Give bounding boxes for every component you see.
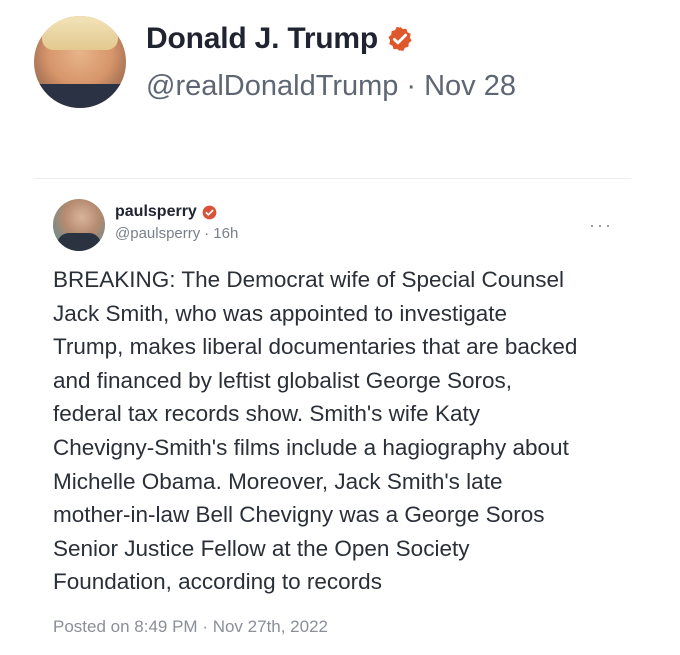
quoted-author-name-row: paulsperry <box>115 203 217 221</box>
text-line: Michelle Obama. Moreover, Jack Smith's l… <box>53 468 503 494</box>
quoted-post-card[interactable]: paulsperry @paulsperry · 16h ··· BREAKIN… <box>35 178 631 644</box>
avatar[interactable] <box>34 16 126 108</box>
text-line: BREAKING: The Democrat wife of Special C… <box>53 267 565 292</box>
meta-separator: · <box>204 225 210 242</box>
text-line: Trump, makes liberal documentaries that … <box>53 334 578 360</box>
author-name-row: Donald J. Trump <box>146 22 414 56</box>
quoted-post-header: paulsperry @paulsperry · 16h ··· <box>53 199 613 251</box>
avatar-shirt-shape <box>57 233 101 251</box>
text-line: Jack Smith, who was appointed to investi… <box>53 300 507 326</box>
posted-timestamp: Posted on 8:49 PM · Nov 27th, 2022 <box>53 617 329 636</box>
truth-post-screenshot: Donald J. Trump @realDonaldTrump · Nov 2… <box>0 0 680 655</box>
verified-badge-icon <box>388 26 412 52</box>
more-options-button[interactable]: ··· <box>589 215 613 236</box>
text-line: mother-in-law Bell Chevigny was a George… <box>53 502 545 528</box>
quoted-author-handle[interactable]: @paulsperry <box>115 225 200 242</box>
avatar-suit-shape <box>34 84 126 108</box>
text-line: and financed by leftist globalist George… <box>53 367 513 393</box>
verified-badge-icon <box>202 205 217 219</box>
author-meta: @realDonaldTrump · Nov 28 <box>146 70 516 103</box>
quoted-author-meta: @paulsperry · 16h <box>115 225 238 242</box>
author-name[interactable]: Donald J. Trump <box>146 22 378 56</box>
quoted-author-name[interactable]: paulsperry <box>115 203 197 221</box>
post-date[interactable]: Nov 28 <box>424 70 516 103</box>
text-line: Senior Justice Fellow at the Open Societ… <box>53 535 470 561</box>
quoted-post-text: BREAKING: The Democrat wife of Special C… <box>53 263 623 599</box>
meta-separator: · <box>406 70 417 102</box>
text-line: Foundation, according to records <box>53 569 382 595</box>
post-header: Donald J. Trump @realDonaldTrump · Nov 2… <box>32 14 652 114</box>
avatar-hair-shape <box>42 16 118 50</box>
avatar[interactable] <box>53 199 105 251</box>
text-line: federal tax records show. Smith's wife K… <box>53 401 480 427</box>
text-line: Chevigny-Smith's films include a hagiogr… <box>53 434 569 460</box>
author-handle[interactable]: @realDonaldTrump <box>146 70 398 103</box>
quoted-post-age: 16h <box>213 225 239 242</box>
